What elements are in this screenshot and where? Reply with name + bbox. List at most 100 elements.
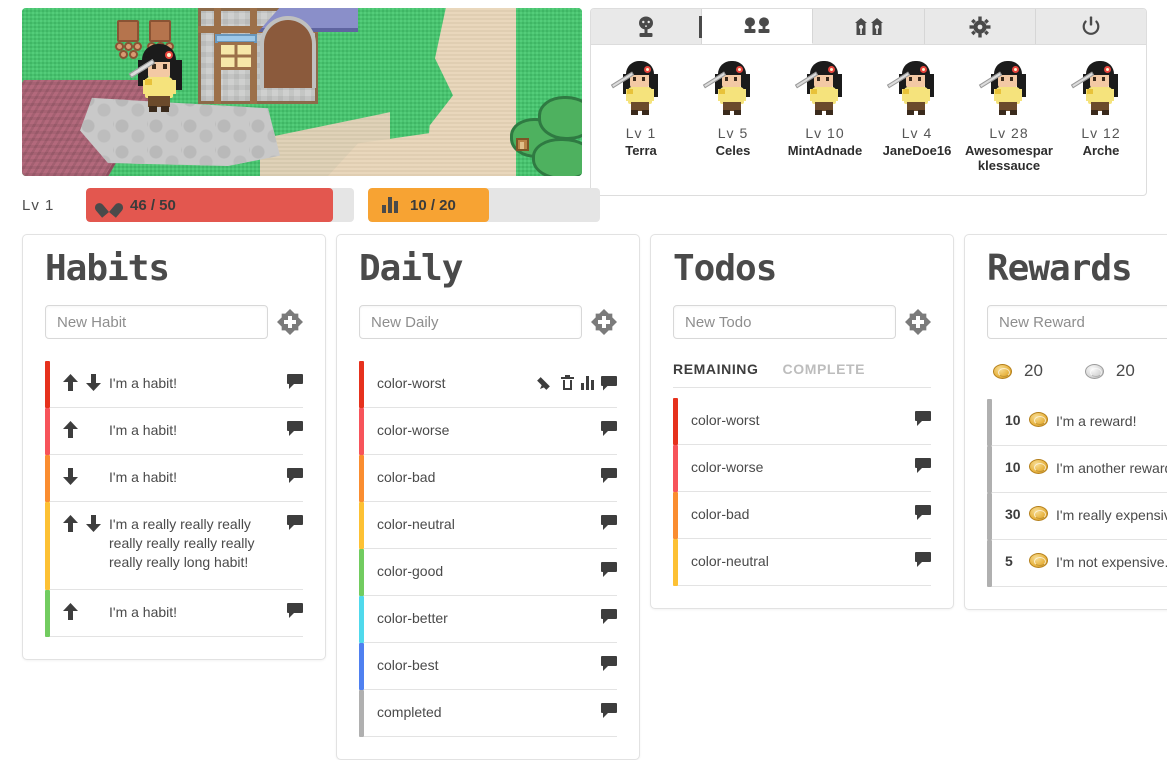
note-icon[interactable] xyxy=(287,421,303,436)
add-daily-button[interactable] xyxy=(591,309,617,335)
tab-logout[interactable] xyxy=(1036,9,1146,44)
heart-icon xyxy=(100,197,118,214)
delete-icon[interactable] xyxy=(561,375,574,390)
daily-row[interactable]: color-bad xyxy=(359,455,617,502)
gold-coin-icon xyxy=(1029,553,1048,568)
new-todo-input[interactable] xyxy=(673,305,896,339)
todo-row[interactable]: color-worse xyxy=(673,445,931,492)
habit-plus-arrow-icon[interactable] xyxy=(63,515,78,532)
note-icon[interactable] xyxy=(601,703,617,718)
habit-minus-arrow-icon[interactable] xyxy=(86,374,101,391)
experience-bar-fill: 10 / 20 xyxy=(368,188,489,222)
power-icon xyxy=(1082,16,1100,35)
note-icon[interactable] xyxy=(287,515,303,530)
note-icon[interactable] xyxy=(601,562,617,577)
daily-row[interactable]: color-good xyxy=(359,549,617,596)
daily-row[interactable]: color-worse xyxy=(359,408,617,455)
party-member[interactable]: Lv 12 Arche xyxy=(1055,59,1146,185)
new-habit-row xyxy=(45,305,303,339)
add-todo-button[interactable] xyxy=(905,309,931,335)
note-icon[interactable] xyxy=(915,458,931,473)
party-member[interactable]: Lv 1 Terra xyxy=(595,59,687,185)
todo-tab-complete[interactable]: COMPLETE xyxy=(783,361,866,377)
reward-row[interactable]: 5 I'm not expensive... xyxy=(987,540,1167,587)
habit-row[interactable]: I'm a habit! xyxy=(45,590,303,637)
habit-row[interactable]: I'm a really really really really really… xyxy=(45,502,303,590)
habit-minus-arrow-icon[interactable] xyxy=(63,468,78,485)
note-icon[interactable] xyxy=(287,603,303,618)
note-icon[interactable] xyxy=(915,552,931,567)
habit-row[interactable]: I'm a habit! xyxy=(45,361,303,408)
habit-row[interactable]: I'm a habit! xyxy=(45,455,303,502)
daily-row[interactable]: completed xyxy=(359,690,617,737)
member-name: Terra xyxy=(625,143,657,158)
tab-party[interactable] xyxy=(702,9,814,44)
note-icon[interactable] xyxy=(915,411,931,426)
daily-column: Daily color-worst color-worse xyxy=(336,234,640,760)
reward-text: I'm a reward! xyxy=(1056,413,1137,429)
todo-row[interactable]: color-worst xyxy=(673,398,931,445)
habit-plus-arrow-icon[interactable] xyxy=(63,421,78,438)
daily-row[interactable]: color-worst xyxy=(359,361,617,408)
habit-row[interactable]: I'm a habit! xyxy=(45,408,303,455)
member-name: JaneDoe16 xyxy=(882,143,952,158)
todo-row[interactable]: color-bad xyxy=(673,492,931,539)
daily-row[interactable]: color-better xyxy=(359,596,617,643)
note-icon[interactable] xyxy=(601,515,617,530)
party-member[interactable]: Lv 10 MintAdnade xyxy=(779,59,871,185)
note-icon[interactable] xyxy=(601,375,617,391)
todo-filter-tabs: REMAINING COMPLETE xyxy=(673,361,931,388)
note-icon[interactable] xyxy=(601,468,617,483)
add-habit-button[interactable] xyxy=(277,309,303,335)
new-todo-row xyxy=(673,305,931,339)
party-member[interactable]: Lv 4 JaneDoe16 xyxy=(871,59,963,185)
member-level: Lv 1 xyxy=(625,125,657,141)
party-member[interactable]: Lv 5 Celes xyxy=(687,59,779,185)
habit-minus-arrow-icon[interactable] xyxy=(86,515,101,532)
overworld-map[interactable] xyxy=(22,8,582,176)
new-daily-input[interactable] xyxy=(359,305,582,339)
health-bar[interactable]: 46 / 50 xyxy=(86,188,354,222)
new-habit-input[interactable] xyxy=(45,305,268,339)
player-avatar-sprite[interactable] xyxy=(128,42,188,114)
stats-chart-icon[interactable] xyxy=(581,375,594,390)
todo-tab-remaining[interactable]: REMAINING xyxy=(673,361,759,377)
habit-plus-arrow-icon[interactable] xyxy=(63,374,78,391)
new-reward-row xyxy=(987,305,1167,339)
blue-roof-house xyxy=(198,8,358,104)
member-level: Lv 4 xyxy=(901,125,933,141)
daily-row[interactable]: color-best xyxy=(359,643,617,690)
reward-row[interactable]: 30 I'm really expensive! xyxy=(987,493,1167,540)
todos-title: Todos xyxy=(673,248,777,289)
note-icon[interactable] xyxy=(601,609,617,624)
map-item-box[interactable] xyxy=(516,138,529,151)
edit-icon[interactable] xyxy=(537,375,554,390)
note-icon[interactable] xyxy=(601,421,617,436)
member-name: Awesomesparklessauce xyxy=(965,143,1053,173)
experience-bar[interactable]: 10 / 20 xyxy=(368,188,600,222)
note-icon[interactable] xyxy=(915,505,931,520)
note-icon[interactable] xyxy=(287,468,303,483)
daily-text: color-best xyxy=(377,657,439,673)
member-name: MintAdnade xyxy=(787,143,863,158)
member-avatar-sprite xyxy=(1070,59,1126,115)
daily-title: Daily xyxy=(359,248,463,289)
todo-row[interactable]: color-neutral xyxy=(673,539,931,586)
silver-amount: 20 xyxy=(1115,361,1135,380)
note-icon[interactable] xyxy=(287,374,303,389)
daily-text: color-neutral xyxy=(377,516,455,532)
todos-column: Todos REMAINING COMPLETE color-worst col… xyxy=(650,234,954,609)
tab-settings[interactable] xyxy=(925,9,1036,44)
note-icon[interactable] xyxy=(601,656,617,671)
party-member[interactable]: Lv 28 Awesomesparklessauce xyxy=(963,59,1055,185)
daily-row[interactable]: color-neutral xyxy=(359,502,617,549)
tab-guilds[interactable] xyxy=(813,9,925,44)
new-reward-input[interactable] xyxy=(987,305,1167,339)
habit-plus-arrow-icon[interactable] xyxy=(63,603,78,620)
tab-profile[interactable] xyxy=(591,9,704,44)
reward-row[interactable]: 10 I'm another reward! xyxy=(987,446,1167,493)
member-level: Lv 5 xyxy=(717,125,749,141)
reward-row[interactable]: 10 I'm a reward! xyxy=(987,399,1167,446)
rewards-title: Rewards xyxy=(987,248,1133,289)
gold-coin-icon xyxy=(993,363,1012,379)
